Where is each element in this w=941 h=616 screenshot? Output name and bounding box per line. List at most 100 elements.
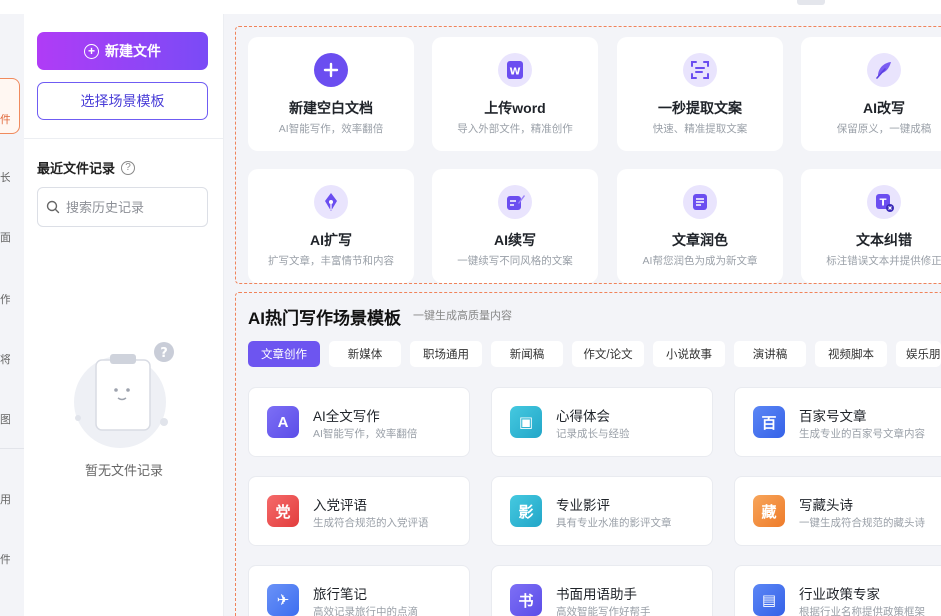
- feature-title: AI扩写: [310, 232, 352, 248]
- recent-files-label: 最近文件记录: [37, 161, 116, 176]
- text-fix-icon: T: [867, 185, 901, 219]
- feature-card-upload-word[interactable]: W 上传word 导入外部文件，精准创作: [432, 37, 598, 151]
- template-title: 入党评语: [313, 498, 367, 513]
- template-title: 写藏头诗: [799, 498, 853, 513]
- template-card-policy-expert[interactable]: ▤ 行业政策专家 根据行业名称提供政策框架: [734, 565, 941, 616]
- template-title: 专业影评: [556, 498, 610, 513]
- empty-state-text: 暂无文件记录: [84, 463, 163, 478]
- top-bar: [0, 0, 941, 14]
- empty-clipboard-illustration: ?: [74, 342, 174, 448]
- template-card-baijiahao[interactable]: 百 百家号文章 生成专业的百家号文章内容: [734, 387, 941, 457]
- feature-subtitle: 保留原义，一键成稿: [836, 123, 932, 135]
- policy-icon: ▤: [753, 584, 785, 616]
- template-subtitle: 具有专业水准的影评文章: [556, 517, 672, 529]
- feature-card-new-blank[interactable]: 新建空白文档 AI智能写作，效率翻倍: [248, 37, 414, 151]
- template-card-reflection[interactable]: ▣ 心得体会 记录成长与经验: [491, 387, 713, 457]
- template-title: 书面用语助手: [556, 587, 637, 602]
- nav-rail-divider: [0, 448, 24, 449]
- nav-rail-label[interactable]: 件: [0, 114, 10, 126]
- doc-list-icon: [683, 185, 717, 219]
- templates-section-subtitle: 一键生成高质量内容: [413, 310, 512, 322]
- notebook-icon: ▣: [510, 406, 542, 438]
- new-file-label: 新建文件: [105, 43, 161, 59]
- feature-title: 文章润色: [672, 232, 728, 248]
- nav-rail-label[interactable]: 件: [0, 554, 10, 566]
- template-card-acrostic-poem[interactable]: 藏 写藏头诗 一键生成符合规范的藏头诗: [734, 476, 941, 546]
- nav-rail-label[interactable]: 将: [0, 354, 10, 366]
- feature-subtitle: 扩写文章，丰富情节和内容: [268, 255, 394, 267]
- feature-card-polish[interactable]: 文章润色 AI帮您润色为成为新文章: [617, 169, 783, 283]
- scan-text-icon: [683, 53, 717, 87]
- tab-video-script[interactable]: 视频脚本: [815, 341, 887, 367]
- nav-rail-label[interactable]: 图: [0, 414, 10, 426]
- nav-rail: 件 长 面 作 将 图 用 件: [0, 14, 24, 616]
- template-subtitle: 高效记录旅行中的点滴: [313, 606, 418, 616]
- tab-speech[interactable]: 演讲稿: [734, 341, 806, 367]
- feature-subtitle: 导入外部文件，精准创作: [457, 123, 573, 135]
- template-card-film-review[interactable]: 影 专业影评 具有专业水准的影评文章: [491, 476, 713, 546]
- feature-title: 文本纠错: [856, 232, 912, 248]
- template-title: AI全文写作: [313, 409, 380, 424]
- template-subtitle: 根据行业名称提供政策框架: [799, 606, 925, 616]
- feature-title: AI改写: [863, 100, 905, 116]
- tab-novel[interactable]: 小说故事: [653, 341, 725, 367]
- tab-new-media[interactable]: 新媒体: [329, 341, 401, 367]
- travel-icon: ✈: [267, 584, 299, 616]
- window-control[interactable]: [797, 0, 825, 5]
- select-template-button[interactable]: 选择场景模板: [37, 82, 208, 120]
- history-search-input[interactable]: [66, 199, 196, 215]
- nav-rail-label[interactable]: 面: [0, 232, 10, 244]
- feature-subtitle: 标注错误文本并提供修正: [826, 255, 941, 267]
- plus-icon: +: [84, 43, 99, 59]
- feature-card-ai-rewrite[interactable]: AI改写 保留原义，一键成稿: [801, 37, 941, 151]
- ai-write-icon: A: [267, 406, 299, 438]
- nav-rail-label[interactable]: 长: [0, 172, 10, 184]
- left-panel: + 新建文件 选择场景模板 最近文件记录 ? ? 暂无文件记录: [24, 14, 224, 616]
- template-title: 行业政策专家: [799, 587, 880, 602]
- template-card-written-language[interactable]: 书 书面用语助手 高效智能写作好帮手: [491, 565, 713, 616]
- feature-title: 一秒提取文案: [658, 100, 742, 116]
- feature-card-ai-continue[interactable]: AI续写 一键续写不同风格的文案: [432, 169, 598, 283]
- template-subtitle: 记录成长与经验: [556, 428, 630, 440]
- templates-section-title: AI热门写作场景模板: [248, 309, 401, 328]
- edit-doc-icon: [498, 185, 532, 219]
- feature-card-extract-text[interactable]: 一秒提取文案 快速、精准提取文案: [617, 37, 783, 151]
- history-search-box[interactable]: [37, 187, 208, 227]
- template-card-party-review[interactable]: 党 入党评语 生成符合规范的入党评语: [248, 476, 470, 546]
- book-icon: 书: [510, 584, 542, 616]
- tab-press-release[interactable]: 新闻稿: [491, 341, 563, 367]
- template-title: 旅行笔记: [313, 587, 367, 602]
- tab-entertainment[interactable]: 娱乐朋: [896, 341, 941, 367]
- feature-card-ai-expand[interactable]: AI扩写 扩写文章，丰富情节和内容: [248, 169, 414, 283]
- recent-files-title: 最近文件记录 ?: [37, 158, 136, 177]
- template-title: 百家号文章: [799, 409, 867, 424]
- nav-rail-label[interactable]: 作: [0, 294, 10, 306]
- template-card-travel-notes[interactable]: ✈ 旅行笔记 高效记录旅行中的点滴: [248, 565, 470, 616]
- help-icon[interactable]: ?: [121, 160, 136, 175]
- feature-title: 新建空白文档: [289, 100, 373, 116]
- select-template-label: 选择场景模板: [80, 93, 165, 109]
- film-icon: 影: [510, 495, 542, 527]
- feature-subtitle: 一键续写不同风格的文案: [457, 255, 573, 267]
- poem-icon: 藏: [753, 495, 785, 527]
- tab-workplace[interactable]: 职场通用: [410, 341, 482, 367]
- template-card-ai-full-write[interactable]: A AI全文写作 AI智能写作，效率翻倍: [248, 387, 470, 457]
- template-subtitle: 高效智能写作好帮手: [556, 606, 651, 616]
- feature-subtitle: AI帮您润色为成为新文章: [642, 255, 758, 267]
- svg-text:W: W: [509, 67, 520, 78]
- feature-card-text-correct[interactable]: T 文本纠错 标注错误文本并提供修正: [801, 169, 941, 283]
- tab-article[interactable]: 文章创作: [248, 341, 320, 367]
- new-file-button[interactable]: + 新建文件: [37, 32, 208, 70]
- feature-title: AI续写: [494, 232, 536, 248]
- divider: [24, 138, 224, 139]
- word-icon: W: [498, 53, 532, 87]
- nav-rail-label[interactable]: 用: [0, 494, 10, 506]
- party-icon: 党: [267, 495, 299, 527]
- feather-icon: [867, 53, 901, 87]
- template-subtitle: 生成专业的百家号文章内容: [799, 428, 925, 440]
- tab-essay[interactable]: 作文/论文: [572, 341, 644, 367]
- template-subtitle: 生成符合规范的入党评语: [313, 517, 429, 529]
- template-subtitle: AI智能写作，效率翻倍: [313, 428, 418, 440]
- svg-text:T: T: [880, 198, 887, 209]
- feature-subtitle: AI智能写作，效率翻倍: [278, 123, 384, 135]
